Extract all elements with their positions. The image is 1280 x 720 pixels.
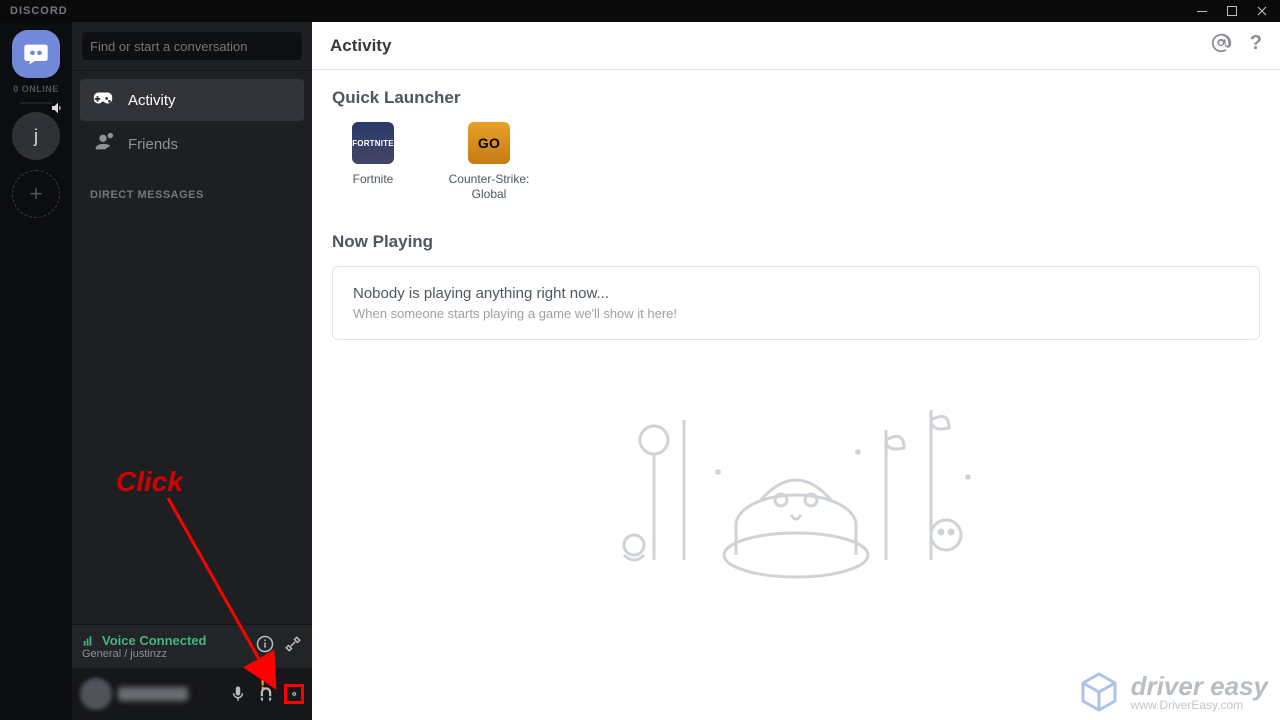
tab-activity[interactable]: Activity: [80, 79, 304, 121]
game-label: Counter-Strike: Global: [448, 172, 530, 202]
voice-status-label: Voice Connected: [102, 633, 207, 648]
window-close-button[interactable]: [1248, 0, 1276, 22]
empty-subtitle: When someone starts playing a game we'll…: [353, 306, 1239, 321]
game-label: Fortnite: [353, 172, 394, 187]
page-title: Activity: [330, 36, 391, 56]
watermark: driver easy www.DriverEasy.com: [1077, 670, 1268, 714]
mentions-icon[interactable]: [1210, 32, 1232, 59]
quick-launcher-row: FORTNITE Fortnite GO Counter-Strike: Glo…: [332, 122, 1260, 202]
mute-mic-button[interactable]: [228, 684, 248, 704]
game-card[interactable]: GO Counter-Strike: Global: [448, 122, 530, 202]
placeholder-illustration: [332, 380, 1260, 590]
titlebar: DISCORD: [0, 0, 1280, 22]
user-footer: !: [72, 668, 312, 720]
disconnect-icon[interactable]: [284, 635, 302, 658]
game-icon-csgo: GO: [468, 122, 510, 164]
annotation-click-label: Click: [116, 466, 183, 498]
dm-column: Activity Friends DIRECT MESSAGES Voice C…: [72, 22, 312, 720]
watermark-url: www.DriverEasy.com: [1131, 699, 1268, 711]
add-server-button[interactable]: +: [12, 170, 60, 218]
dm-section-header: DIRECT MESSAGES: [72, 175, 312, 207]
friends-icon: [92, 131, 114, 157]
server-initial: j: [34, 126, 38, 147]
username-label: [118, 687, 188, 701]
app-name: DISCORD: [4, 5, 68, 17]
user-settings-button[interactable]: [284, 684, 304, 704]
help-icon[interactable]: ?: [1250, 32, 1262, 59]
online-count-label: 0 ONLINE: [13, 84, 59, 94]
main-header: Activity ?: [312, 22, 1280, 70]
watermark-brand: driver easy: [1131, 673, 1268, 699]
quick-launcher-title: Quick Launcher: [332, 88, 1260, 108]
window-minimize-button[interactable]: [1188, 0, 1216, 22]
info-icon[interactable]: [256, 635, 274, 658]
now-playing-empty: Nobody is playing anything right now... …: [332, 266, 1260, 340]
speaker-icon: [50, 100, 66, 116]
now-playing-title: Now Playing: [332, 232, 1260, 252]
gamepad-icon: [92, 87, 114, 113]
guild-separator: [20, 102, 52, 104]
voice-channel-label: General / justinzz: [82, 648, 207, 660]
tab-friends-label: Friends: [128, 136, 178, 153]
user-avatar[interactable]: [80, 678, 112, 710]
voice-panel: Voice Connected General / justinzz: [72, 624, 312, 668]
deafen-button[interactable]: !: [256, 684, 276, 704]
game-card[interactable]: FORTNITE Fortnite: [332, 122, 414, 202]
voice-status: Voice Connected: [82, 633, 207, 648]
server-avatar[interactable]: j: [12, 112, 60, 160]
notification-badge-icon: !: [260, 676, 265, 694]
tab-activity-label: Activity: [128, 92, 176, 109]
tab-friends[interactable]: Friends: [80, 123, 304, 165]
empty-title: Nobody is playing anything right now...: [353, 285, 1239, 302]
window-maximize-button[interactable]: [1218, 0, 1246, 22]
search-input[interactable]: [82, 32, 302, 60]
main-content: Activity ? Quick Launcher FORTNITE Fortn…: [312, 22, 1280, 720]
home-button[interactable]: [12, 30, 60, 78]
guild-rail: 0 ONLINE j +: [0, 22, 72, 720]
game-icon-fortnite: FORTNITE: [352, 122, 394, 164]
